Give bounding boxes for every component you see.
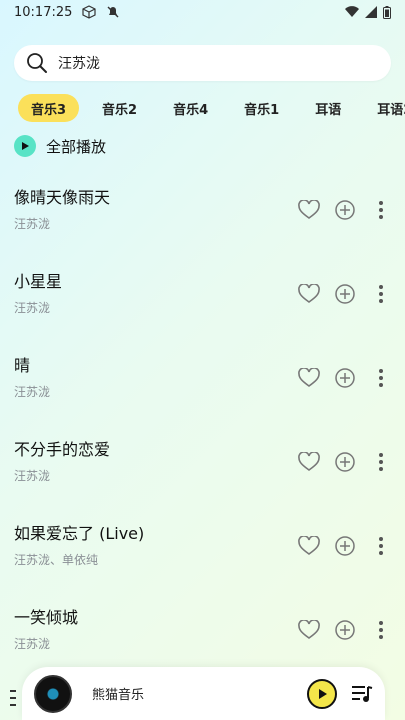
song-artist: 汪苏泷 (14, 385, 51, 399)
album-disc-icon[interactable] (34, 674, 72, 713)
status-bar: 10:17:25 (0, 0, 405, 24)
more-vertical-icon[interactable] (369, 450, 393, 474)
more-vertical-icon[interactable] (369, 534, 393, 558)
search-bar[interactable]: 汪苏泷 (14, 45, 391, 81)
add-circle-icon[interactable] (333, 450, 357, 474)
song-artist: 汪苏泷 (14, 301, 51, 315)
tab-music1[interactable]: 音乐1 (231, 94, 292, 122)
status-time: 10:17:25 (14, 4, 73, 20)
song-artist: 汪苏泷 (14, 469, 51, 483)
heart-icon[interactable] (297, 618, 321, 642)
more-vertical-icon[interactable] (369, 366, 393, 390)
more-vertical-icon[interactable] (369, 198, 393, 222)
add-circle-icon[interactable] (333, 366, 357, 390)
cube-icon (82, 5, 96, 19)
battery-icon (383, 5, 391, 19)
song-title: 像晴天像雨天 (14, 188, 111, 207)
signal-icon (365, 6, 377, 18)
player-title: 熊猫音乐 (92, 688, 145, 703)
menu-icon[interactable] (10, 690, 16, 706)
list-item[interactable]: 不分手的恋爱 汪苏泷 (0, 420, 405, 504)
play-icon[interactable] (307, 678, 337, 709)
add-circle-icon[interactable] (333, 282, 357, 306)
song-artist: 汪苏泷、单依纯 (14, 553, 99, 567)
more-vertical-icon[interactable] (369, 282, 393, 306)
wifi-icon (345, 6, 359, 18)
heart-icon[interactable] (297, 282, 321, 306)
play-icon (14, 135, 36, 157)
list-item[interactable]: 像晴天像雨天 汪苏泷 (0, 168, 405, 252)
add-circle-icon[interactable] (333, 534, 357, 558)
add-circle-icon[interactable] (333, 198, 357, 222)
heart-icon[interactable] (297, 534, 321, 558)
tab-music3[interactable]: 音乐3 (18, 94, 80, 122)
play-all-button[interactable]: 全部播放 (14, 134, 106, 158)
heart-icon[interactable] (297, 450, 321, 474)
category-tabs: 音乐3 音乐2 音乐4 音乐1 耳语 耳语2 (0, 94, 405, 122)
add-circle-icon[interactable] (333, 618, 357, 642)
tab-music2[interactable]: 音乐2 (89, 94, 150, 122)
song-list: 像晴天像雨天 汪苏泷 小星星 汪苏泷 晴 汪苏泷 不分手的恋爱 汪苏泷 如果爱忘… (0, 168, 405, 672)
tab-music4[interactable]: 音乐4 (160, 94, 221, 122)
list-item[interactable]: 晴 汪苏泷 (0, 336, 405, 420)
song-title: 一笑倾城 (14, 608, 79, 627)
song-artist: 汪苏泷 (14, 637, 51, 651)
song-title: 如果爱忘了 (Live) (14, 524, 145, 543)
song-title: 小星星 (14, 272, 63, 291)
song-title: 不分手的恋爱 (14, 440, 111, 459)
list-item[interactable]: 小星星 汪苏泷 (0, 252, 405, 336)
no-notification-icon (106, 5, 120, 19)
playlist-icon[interactable] (351, 684, 373, 704)
play-all-label: 全部播放 (46, 137, 107, 156)
heart-icon[interactable] (297, 366, 321, 390)
list-item[interactable]: 如果爱忘了 (Live) 汪苏泷、单依纯 (0, 504, 405, 588)
tab-whisper2[interactable]: 耳语2 (364, 94, 405, 122)
song-title: 晴 (14, 356, 31, 375)
tab-whisper[interactable]: 耳语 (302, 94, 354, 122)
song-artist: 汪苏泷 (14, 217, 51, 231)
mini-player[interactable]: 熊猫音乐 (22, 667, 385, 720)
list-item[interactable]: 一笑倾城 汪苏泷 (0, 588, 405, 672)
heart-icon[interactable] (297, 198, 321, 222)
more-vertical-icon[interactable] (369, 618, 393, 642)
search-input[interactable]: 汪苏泷 (58, 53, 100, 73)
search-icon[interactable] (26, 52, 48, 74)
